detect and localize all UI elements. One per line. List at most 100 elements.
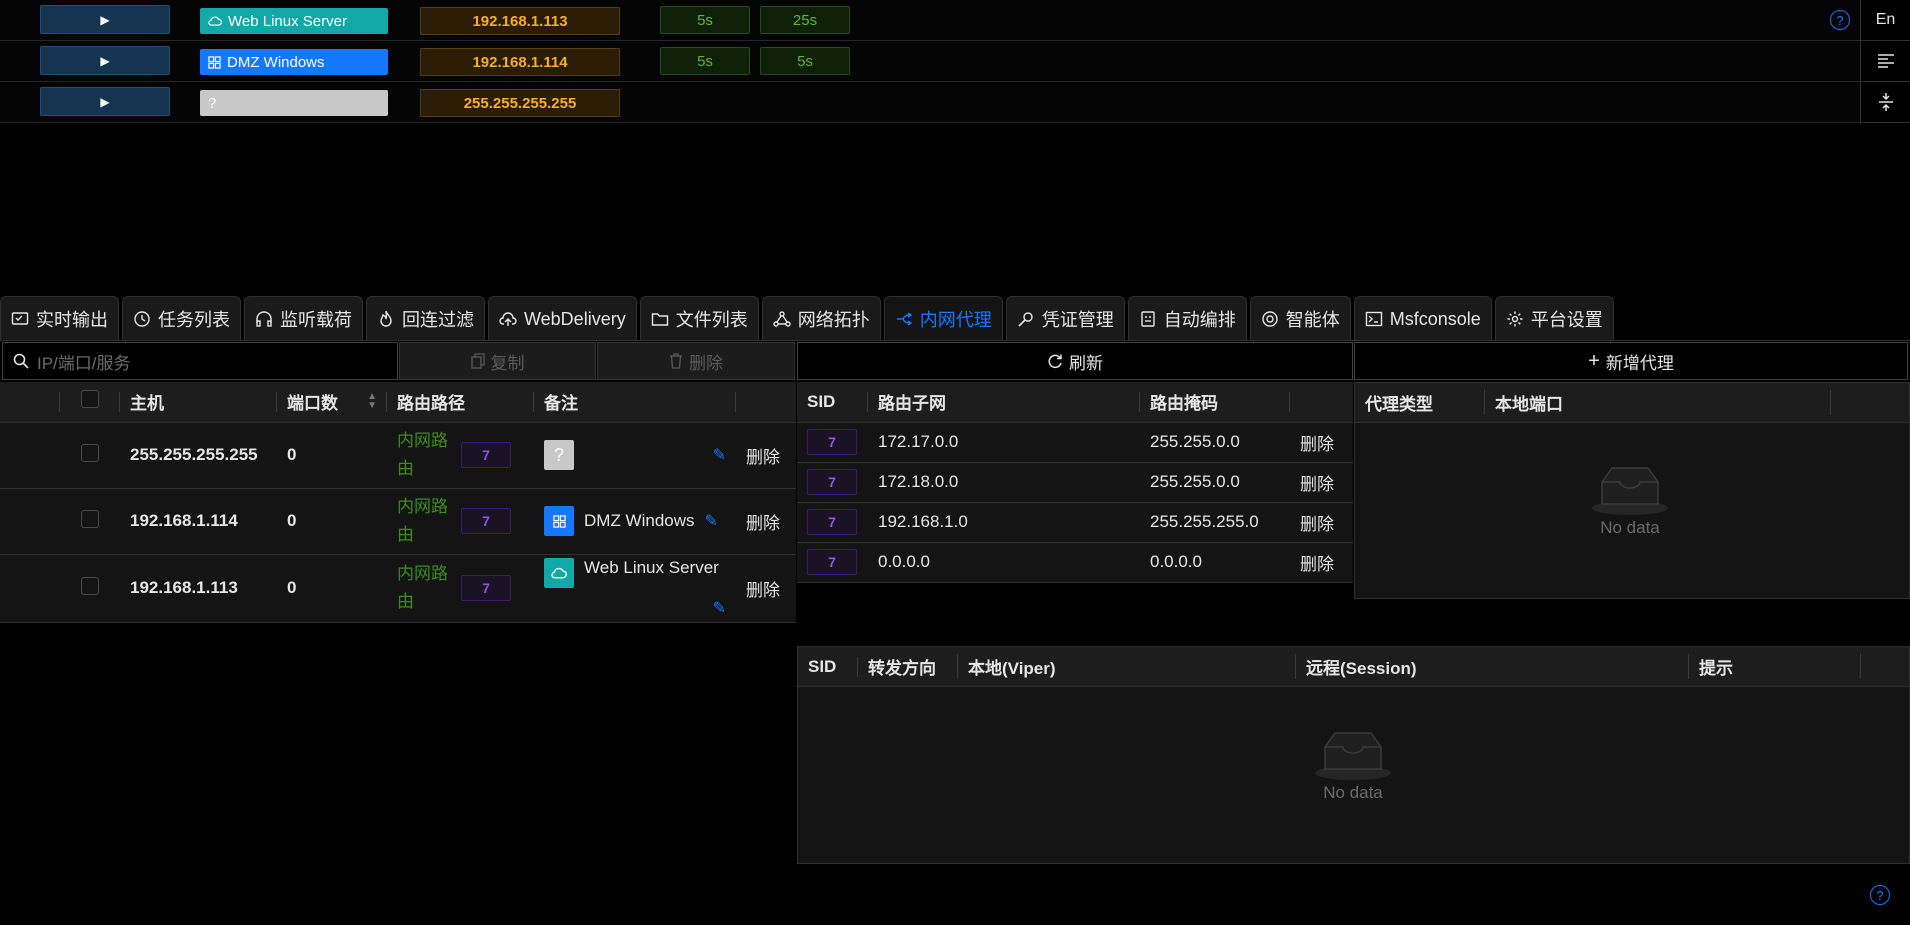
host-tag[interactable]: DMZ Windows: [200, 49, 388, 75]
search-placeholder: IP/端口/服务: [37, 353, 131, 373]
host-ip: 255.255.255.255: [420, 89, 620, 117]
column-header: SID: [797, 382, 868, 423]
mask-cell: 255.255.0.0: [1140, 462, 1290, 503]
tab-platform-settings[interactable]: 平台设置: [1494, 296, 1614, 341]
windows-icon: [544, 506, 574, 536]
tab-task-list[interactable]: 任务列表: [122, 296, 241, 341]
column-header: 代理类型: [1355, 390, 1485, 415]
delete-link[interactable]: 删除: [1290, 542, 1353, 583]
fire-icon: [380, 310, 392, 327]
delete-link[interactable]: 删除: [1290, 502, 1353, 543]
add-proxy-button[interactable]: + 新增代理: [1354, 342, 1908, 380]
delete-button[interactable]: 删除: [597, 342, 795, 380]
delete-link[interactable]: 删除: [1290, 462, 1353, 503]
align-left-icon[interactable]: [1860, 41, 1910, 82]
refresh-button[interactable]: 刷新: [797, 342, 1353, 380]
select-all-header: [60, 382, 120, 423]
interval-badge: 5s: [760, 47, 850, 75]
delete-link[interactable]: 删除: [736, 488, 796, 555]
empty-box-icon: [1592, 467, 1668, 515]
tab-callback-filter[interactable]: 回连过滤: [366, 296, 485, 341]
tab-label: 智能体: [1285, 310, 1340, 330]
edit-icon[interactable]: ✎: [713, 598, 726, 618]
tab-credentials[interactable]: 凭证管理: [1005, 296, 1125, 341]
tab-network-topology[interactable]: 网络拓扑: [761, 296, 881, 341]
help-icon[interactable]: ?: [1830, 10, 1850, 30]
port-count: 0: [277, 554, 387, 623]
mask-cell: 255.255.255.0: [1140, 502, 1290, 543]
table-row: 192.168.1.113 0 内网路由 7 Web Linux Server ✎ …: [0, 554, 796, 623]
host-table: 主机 端口数 ▲ ▼ 路由路径 备注 255.255.255.255 0 内网路由 7…: [0, 382, 796, 623]
column-header: 备注: [534, 382, 736, 423]
route-cell: 内网路由 7: [387, 554, 534, 623]
tab-realtime-output[interactable]: 实时输出: [0, 296, 119, 341]
headphones-icon: [256, 311, 272, 327]
heartbeat-badge: 5s: [660, 47, 750, 75]
host-row: ▶ ? 255.255.255.255: [0, 82, 1860, 123]
proxy-icon: [896, 312, 912, 326]
row-checkbox[interactable]: [81, 443, 99, 462]
route-label: 内网路由: [397, 497, 448, 544]
ports-column-header[interactable]: 端口数 ▲ ▼: [277, 382, 387, 423]
column-header: 本地(Viper): [958, 654, 1296, 679]
tab-listener[interactable]: 监听载荷: [244, 296, 363, 341]
sid-cell: 7: [797, 422, 868, 463]
sid-cell: 7: [797, 542, 868, 583]
select-cell: [60, 554, 120, 623]
column-header: 本地端口: [1485, 390, 1831, 415]
play-button[interactable]: ▶: [40, 87, 170, 116]
refresh-label: 刷新: [1069, 353, 1103, 373]
play-button[interactable]: ▶: [40, 46, 170, 75]
column-header: 主机: [120, 382, 277, 423]
sid-badge: 7: [461, 575, 511, 601]
empty-state: No data: [1590, 462, 1670, 538]
empty-text: No data: [1600, 518, 1660, 537]
play-button[interactable]: ▶: [40, 5, 170, 34]
sid-badge: 7: [807, 429, 857, 455]
copy-button[interactable]: 复制: [399, 342, 596, 380]
subnet-cell: 172.18.0.0: [868, 462, 1140, 503]
edit-icon[interactable]: ✎: [705, 511, 718, 531]
help-icon[interactable]: ?: [1870, 885, 1890, 905]
proxy-header: 代理类型 本地端口: [1355, 383, 1909, 423]
add-proxy-label: 新增代理: [1605, 353, 1674, 373]
delete-link[interactable]: 删除: [1290, 422, 1353, 463]
host-tag[interactable]: ?: [200, 90, 388, 116]
language-button[interactable]: En: [1860, 0, 1910, 41]
trash-icon: [670, 353, 682, 369]
empty-state: No data: [1313, 727, 1393, 803]
tab-msfconsole[interactable]: Msfconsole: [1353, 296, 1492, 341]
sort-icon[interactable]: ▲ ▼: [367, 392, 377, 411]
tab-file-list[interactable]: 文件列表: [639, 296, 759, 341]
host-ip-cell: 255.255.255.255: [120, 422, 277, 489]
column-header: 远程(Session): [1296, 654, 1689, 679]
table-row: 7 172.18.0.0 255.255.0.0 删除: [797, 462, 1353, 503]
row-checkbox[interactable]: [81, 509, 99, 528]
tab-auto-orchestration[interactable]: 自动编排: [1127, 296, 1247, 341]
tab-webdelivery[interactable]: WebDelivery: [488, 296, 637, 341]
copy-label: 复制: [490, 353, 525, 373]
settings-icon: [1507, 311, 1523, 327]
select-cell: [60, 488, 120, 555]
interval-badge: 25s: [760, 6, 850, 34]
route-label: 内网路由: [397, 431, 448, 478]
tab-intranet-proxy[interactable]: 内网代理: [883, 296, 1003, 341]
delete-link[interactable]: 删除: [736, 554, 796, 623]
question-icon: ?: [544, 440, 574, 470]
host-tag[interactable]: Web Linux Server: [200, 8, 388, 34]
tab-label: 凭证管理: [1041, 310, 1114, 330]
row-checkbox[interactable]: [81, 576, 99, 595]
edit-icon[interactable]: ✎: [713, 445, 726, 465]
table-row: 192.168.1.114 0 内网路由 7 DMZ Windows ✎ 删除: [0, 488, 796, 555]
delete-label: 删除: [689, 353, 723, 373]
terminal-icon: [1365, 311, 1382, 327]
expand-cell: [0, 554, 60, 623]
tab-agent[interactable]: 智能体: [1249, 296, 1351, 341]
search-input[interactable]: IP/端口/服务: [2, 342, 398, 380]
tab-label: WebDelivery: [524, 308, 626, 329]
delete-link[interactable]: 删除: [736, 422, 796, 489]
select-all-checkbox[interactable]: [81, 390, 99, 409]
collapse-icon[interactable]: [1860, 82, 1910, 123]
note-cell: Web Linux Server ✎: [534, 554, 736, 623]
topology-icon: [773, 311, 791, 327]
